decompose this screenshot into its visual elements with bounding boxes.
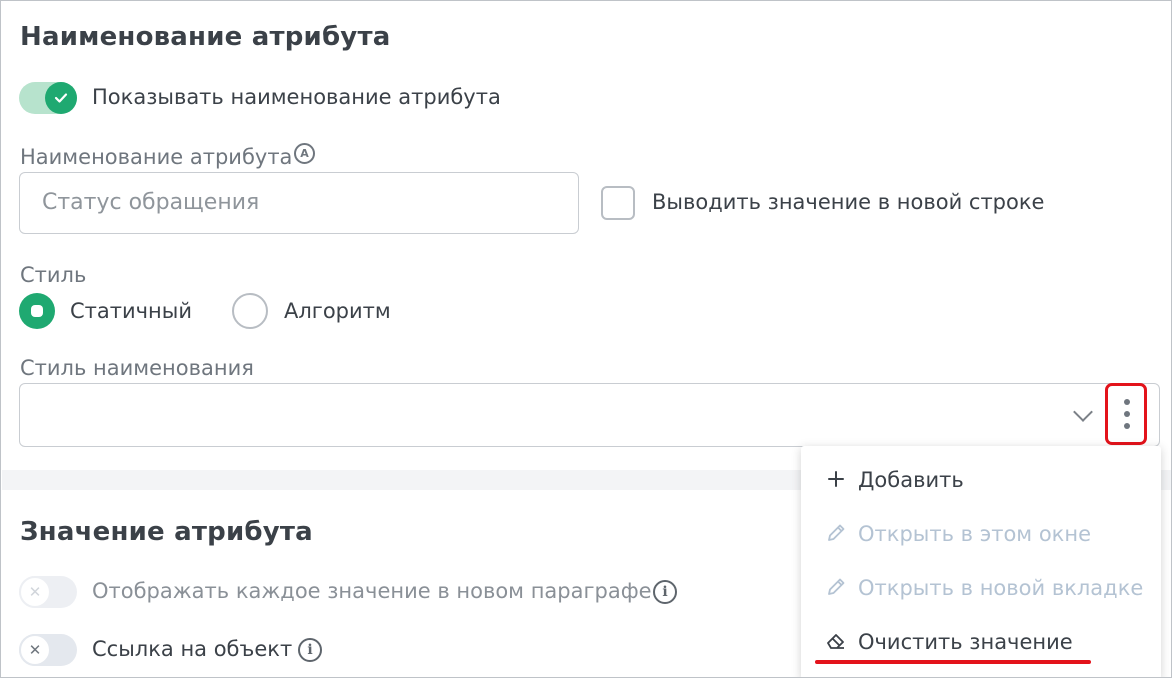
attribute-name-input[interactable]: Статус обращения <box>19 172 579 234</box>
menu-item-clear-value-label: Очистить значение <box>858 630 1073 654</box>
kebab-icon-dot <box>1124 423 1130 429</box>
section-title-value: Значение атрибута <box>20 517 313 547</box>
highlight-underline <box>815 660 1091 664</box>
eraser-icon <box>823 628 849 654</box>
auto-text-icon: A <box>294 143 315 164</box>
menu-item-open-new-tab[interactable]: Открыть в новой вкладке <box>801 560 1161 614</box>
radio-static[interactable] <box>19 293 55 329</box>
menu-item-open-here[interactable]: Открыть в этом окне <box>801 506 1161 560</box>
context-menu: Добавить Открыть в этом окне Открыть в н… <box>801 446 1161 677</box>
menu-item-add[interactable]: Добавить <box>801 452 1161 506</box>
show-name-toggle[interactable] <box>19 82 77 114</box>
menu-item-open-here-label: Открыть в этом окне <box>858 522 1091 546</box>
style-label: Стиль <box>20 263 87 287</box>
object-link-label: Ссылка на объект <box>92 637 293 661</box>
paragraph-toggle[interactable]: ✕ <box>19 576 77 608</box>
pencil-icon <box>823 520 849 546</box>
x-icon: ✕ <box>19 576 51 608</box>
name-field-label: Наименование атрибута <box>20 145 293 169</box>
more-options-button[interactable] <box>1105 383 1147 445</box>
name-style-label: Стиль наименования <box>20 356 254 380</box>
info-icon[interactable]: i <box>298 638 322 662</box>
new-line-label: Выводить значение в новой строке <box>652 190 1045 214</box>
name-style-select[interactable] <box>19 383 1160 447</box>
attribute-name-placeholder: Статус обращения <box>42 190 260 215</box>
radio-algorithm[interactable] <box>232 293 268 329</box>
radio-algorithm-label[interactable]: Алгоритм <box>284 299 391 323</box>
radio-static-label[interactable]: Статичный <box>70 299 192 323</box>
plus-icon <box>823 466 849 492</box>
new-line-checkbox[interactable] <box>601 186 635 220</box>
paragraph-toggle-label: Отображать каждое значение в новом параг… <box>92 579 652 603</box>
menu-item-open-new-tab-label: Открыть в новой вкладке <box>858 576 1144 600</box>
attribute-settings-panel: Наименование атрибута Показывать наимено… <box>0 0 1172 678</box>
kebab-icon <box>1124 399 1130 405</box>
show-name-label: Показывать наименование атрибута <box>92 85 501 109</box>
pencil-icon <box>823 574 849 600</box>
menu-item-add-label: Добавить <box>858 468 964 492</box>
object-link-toggle[interactable]: ✕ <box>19 634 77 666</box>
info-icon[interactable]: i <box>653 580 677 604</box>
section-title-name: Наименование атрибута <box>20 22 391 52</box>
chevron-down-icon[interactable] <box>1073 402 1093 422</box>
check-icon <box>45 82 77 114</box>
attribute-name-section: Наименование атрибута Показывать наимено… <box>2 2 1171 470</box>
x-icon: ✕ <box>19 634 51 666</box>
kebab-icon-dot <box>1124 411 1130 417</box>
